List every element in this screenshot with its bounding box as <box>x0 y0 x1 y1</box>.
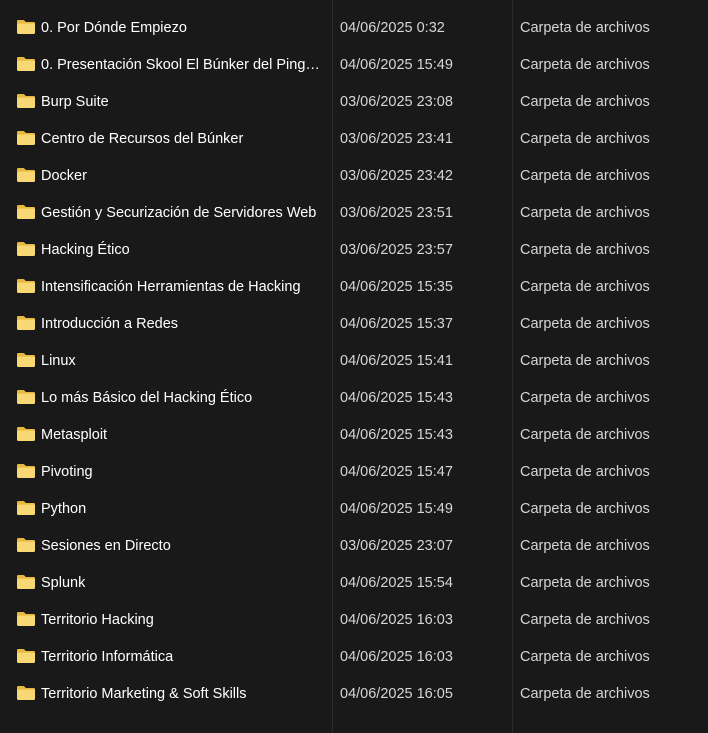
folder-icon <box>16 278 36 294</box>
folder-name: Intensificación Herramientas de Hacking <box>41 279 301 295</box>
folder-icon <box>16 315 36 331</box>
folder-date-modified: 04/06/2025 16:03 <box>340 612 453 628</box>
folder-date-modified: 03/06/2025 23:42 <box>340 168 453 184</box>
folder-type: Carpeta de archivos <box>520 649 650 665</box>
folder-icon <box>16 426 36 442</box>
folder-type: Carpeta de archivos <box>520 686 650 702</box>
folder-icon <box>16 56 36 72</box>
folder-icon <box>16 500 36 516</box>
folder-date-modified: 04/06/2025 15:54 <box>340 575 453 591</box>
folder-type: Carpeta de archivos <box>520 168 650 184</box>
folder-name: Gestión y Securización de Servidores Web <box>41 205 317 221</box>
folder-date-modified: 03/06/2025 23:57 <box>340 242 453 258</box>
folder-type: Carpeta de archivos <box>520 131 650 147</box>
folder-row[interactable]: Pivoting 04/06/2025 15:47 Carpeta de arc… <box>0 454 708 491</box>
folder-name: Pivoting <box>41 464 93 480</box>
folder-date-modified: 03/06/2025 23:51 <box>340 205 453 221</box>
folder-type: Carpeta de archivos <box>520 501 650 517</box>
folder-row[interactable]: Territorio Marketing & Soft Skills 04/06… <box>0 676 708 713</box>
folder-type: Carpeta de archivos <box>520 464 650 480</box>
folder-icon <box>16 389 36 405</box>
folder-type: Carpeta de archivos <box>520 57 650 73</box>
folder-row[interactable]: Linux 04/06/2025 15:41 Carpeta de archiv… <box>0 343 708 380</box>
folder-name: Metasploit <box>41 427 108 443</box>
folder-date-modified: 04/06/2025 15:43 <box>340 427 453 443</box>
folder-name: Burp Suite <box>41 94 109 110</box>
folder-row[interactable]: Python 04/06/2025 15:49 Carpeta de archi… <box>0 491 708 528</box>
folder-date-modified: 04/06/2025 15:37 <box>340 316 453 332</box>
folder-icon <box>16 130 36 146</box>
folder-type: Carpeta de archivos <box>520 353 650 369</box>
folder-name: 0. Por Dónde Empiezo <box>41 20 187 36</box>
folder-type: Carpeta de archivos <box>520 279 650 295</box>
folder-row[interactable]: 0. Por Dónde Empiezo 04/06/2025 0:32 Car… <box>0 10 708 47</box>
folder-row[interactable]: Territorio Hacking 04/06/2025 16:03 Carp… <box>0 602 708 639</box>
folder-date-modified: 04/06/2025 15:35 <box>340 279 453 295</box>
file-list: 0. Por Dónde Empiezo 04/06/2025 0:32 Car… <box>0 10 708 713</box>
folder-row[interactable]: Metasploit 04/06/2025 15:43 Carpeta de a… <box>0 417 708 454</box>
folder-name: Sesiones en Directo <box>41 538 171 554</box>
folder-type: Carpeta de archivos <box>520 205 650 221</box>
folder-icon <box>16 19 36 35</box>
folder-date-modified: 03/06/2025 23:07 <box>340 538 453 554</box>
folder-name: Territorio Informática <box>41 649 174 665</box>
folder-name: Python <box>41 501 87 517</box>
folder-type: Carpeta de archivos <box>520 242 650 258</box>
folder-name: Territorio Marketing & Soft Skills <box>41 686 247 702</box>
folder-icon <box>16 93 36 109</box>
folder-icon <box>16 611 36 627</box>
folder-name: Linux <box>41 353 76 369</box>
folder-type: Carpeta de archivos <box>520 612 650 628</box>
folder-date-modified: 04/06/2025 16:03 <box>340 649 453 665</box>
folder-name: Introducción a Redes <box>41 316 179 332</box>
folder-date-modified: 04/06/2025 15:41 <box>340 353 453 369</box>
folder-row[interactable]: Territorio Informática 04/06/2025 16:03 … <box>0 639 708 676</box>
folder-date-modified: 04/06/2025 15:47 <box>340 464 453 480</box>
folder-icon <box>16 352 36 368</box>
folder-row[interactable]: Gestión y Securización de Servidores Web… <box>0 195 708 232</box>
folder-name: Territorio Hacking <box>41 612 154 628</box>
folder-date-modified: 04/06/2025 15:43 <box>340 390 453 406</box>
folder-icon <box>16 648 36 664</box>
folder-date-modified: 04/06/2025 15:49 <box>340 57 453 73</box>
folder-name: 0. Presentación Skool El Búnker del Ping… <box>41 57 325 73</box>
folder-name: Splunk <box>41 575 86 591</box>
folder-icon <box>16 204 36 220</box>
folder-row[interactable]: Intensificación Herramientas de Hacking … <box>0 269 708 306</box>
folder-date-modified: 03/06/2025 23:08 <box>340 94 453 110</box>
folder-type: Carpeta de archivos <box>520 427 650 443</box>
folder-row[interactable]: Splunk 04/06/2025 15:54 Carpeta de archi… <box>0 565 708 602</box>
folder-row[interactable]: Hacking Ético 03/06/2025 23:57 Carpeta d… <box>0 232 708 269</box>
folder-row[interactable]: Sesiones en Directo 03/06/2025 23:07 Car… <box>0 528 708 565</box>
folder-type: Carpeta de archivos <box>520 575 650 591</box>
folder-row[interactable]: Docker 03/06/2025 23:42 Carpeta de archi… <box>0 158 708 195</box>
folder-date-modified: 03/06/2025 23:41 <box>340 131 453 147</box>
folder-name: Centro de Recursos del Búnker <box>41 131 244 147</box>
folder-row[interactable]: Lo más Básico del Hacking Ético 04/06/20… <box>0 380 708 417</box>
folder-name: Docker <box>41 168 87 184</box>
folder-name: Lo más Básico del Hacking Ético <box>41 390 253 406</box>
folder-row[interactable]: Centro de Recursos del Búnker 03/06/2025… <box>0 121 708 158</box>
folder-date-modified: 04/06/2025 0:32 <box>340 20 445 36</box>
folder-type: Carpeta de archivos <box>520 20 650 36</box>
folder-row[interactable]: Burp Suite 03/06/2025 23:08 Carpeta de a… <box>0 84 708 121</box>
folder-row[interactable]: Introducción a Redes 04/06/2025 15:37 Ca… <box>0 306 708 343</box>
folder-type: Carpeta de archivos <box>520 316 650 332</box>
folder-type: Carpeta de archivos <box>520 538 650 554</box>
folder-icon <box>16 537 36 553</box>
folder-type: Carpeta de archivos <box>520 94 650 110</box>
folder-name: Hacking Ético <box>41 242 130 258</box>
folder-date-modified: 04/06/2025 15:49 <box>340 501 453 517</box>
folder-date-modified: 04/06/2025 16:05 <box>340 686 453 702</box>
folder-icon <box>16 574 36 590</box>
folder-icon <box>16 685 36 701</box>
folder-icon <box>16 167 36 183</box>
folder-type: Carpeta de archivos <box>520 390 650 406</box>
folder-icon <box>16 463 36 479</box>
folder-row[interactable]: 0. Presentación Skool El Búnker del Ping… <box>0 47 708 84</box>
folder-icon <box>16 241 36 257</box>
